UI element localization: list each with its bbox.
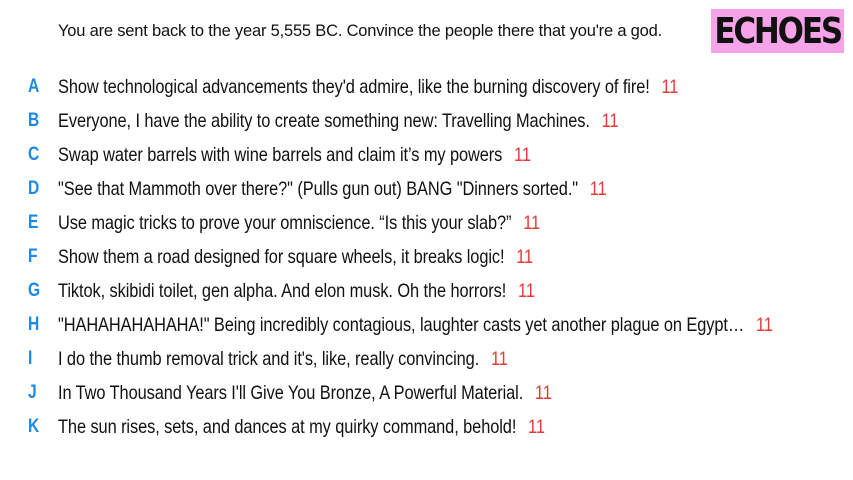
answer-text: "HAHAHAHAHAHA!" Being incredibly contagi… <box>58 313 745 336</box>
answer-score: 11 <box>518 279 535 302</box>
answer-row: G Tiktok, skibidi toilet, gen alpha. And… <box>0 274 853 308</box>
answer-letter: G <box>28 280 41 301</box>
answer-score: 11 <box>528 415 545 438</box>
answer-score: 11 <box>534 381 552 404</box>
question-text: You are sent back to the year 5,555 BC. … <box>58 22 662 40</box>
answer-letter: C <box>28 144 40 165</box>
answer-score: 11 <box>490 347 508 370</box>
answer-row: D "See that Mammoth over there?" (Pulls … <box>0 172 853 206</box>
answer-letter: D <box>28 178 40 199</box>
answer-text: Show them a road designed for square whe… <box>58 245 505 268</box>
answer-text: Show technological advancements they'd a… <box>58 75 650 98</box>
answer-text: Everyone, I have the ability to create s… <box>58 109 590 132</box>
answer-text: Swap water barrels with wine barrels and… <box>58 143 503 166</box>
answer-row: C Swap water barrels with wine barrels a… <box>0 138 853 172</box>
answer-letter: E <box>28 212 39 233</box>
answer-row: A Show technological advancements they'd… <box>0 70 853 104</box>
answer-row: I I do the thumb removal trick and it's,… <box>0 342 853 376</box>
answer-list: A Show technological advancements they'd… <box>0 70 853 444</box>
answer-text: Tiktok, skibidi toilet, gen alpha. And e… <box>58 279 507 302</box>
answer-score: 11 <box>514 143 531 166</box>
echoes-logo: ECHOES <box>714 10 843 52</box>
answer-row: J In Two Thousand Years I'll Give You Br… <box>0 376 853 410</box>
answer-row: K The sun rises, sets, and dances at my … <box>0 410 853 444</box>
answer-score: 11 <box>516 245 534 268</box>
answer-score: 11 <box>601 109 619 132</box>
answer-letter: I <box>28 348 33 369</box>
answer-score: 11 <box>523 211 541 234</box>
answer-score: 11 <box>661 75 679 98</box>
answer-row: B Everyone, I have the ability to create… <box>0 104 853 138</box>
answer-letter: H <box>28 314 40 335</box>
answer-text: Use magic tricks to prove your omniscien… <box>58 211 512 234</box>
answer-row: E Use magic tricks to prove your omnisci… <box>0 206 853 240</box>
answer-text: The sun rises, sets, and dances at my qu… <box>58 415 517 438</box>
answer-letter: B <box>28 110 40 131</box>
answer-score: 11 <box>589 177 607 200</box>
answer-letter: A <box>28 76 40 97</box>
answer-letter: K <box>28 416 40 437</box>
answer-letter: F <box>28 246 38 267</box>
answer-score: 11 <box>755 313 773 336</box>
answer-row: H "HAHAHAHAHAHA!" Being incredibly conta… <box>0 308 853 342</box>
answer-text: I do the thumb removal trick and it's, l… <box>58 347 480 370</box>
answer-text: "See that Mammoth over there?" (Pulls gu… <box>58 177 579 200</box>
answer-letter: J <box>28 382 37 403</box>
answer-row: F Show them a road designed for square w… <box>0 240 853 274</box>
answer-text: In Two Thousand Years I'll Give You Bron… <box>58 381 524 404</box>
